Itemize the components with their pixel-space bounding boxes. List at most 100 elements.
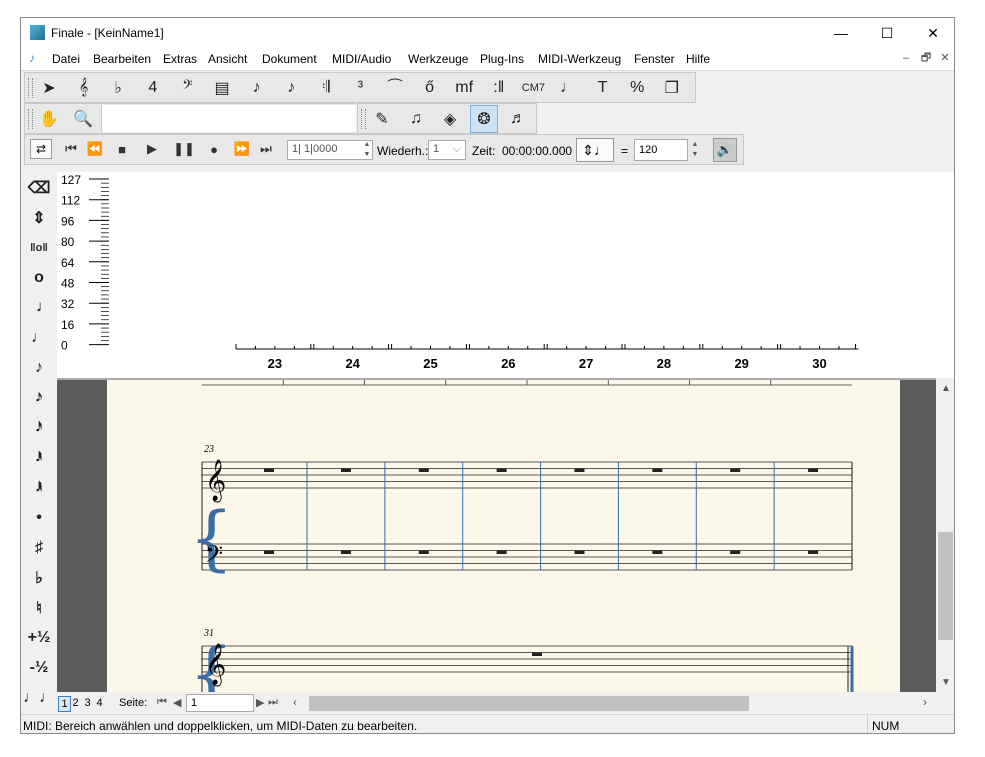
title-bar: Finale - [KeinName1] — ☐ ✕	[21, 18, 954, 48]
mirror-tool[interactable]: ♫	[402, 105, 430, 133]
sharp-icon[interactable]: ♯	[21, 534, 57, 562]
staff-tool[interactable]: 𝄞	[70, 74, 98, 102]
repeat-tool[interactable]: :‖	[485, 74, 513, 102]
resize-tool[interactable]: %	[623, 74, 651, 102]
flip-icon[interactable]: ⇕	[21, 204, 57, 232]
record-button[interactable]: ●	[203, 139, 225, 159]
scroll-right-icon[interactable]: ›	[923, 695, 927, 709]
first-page-icon[interactable]: ⏮	[157, 696, 167, 709]
tempo-input[interactable]: 120	[634, 139, 688, 161]
treble-clef-icon: 𝄞	[205, 459, 226, 502]
page-tab-2[interactable]: 2	[70, 696, 81, 710]
menu-hilfe[interactable]: Hilfe	[686, 52, 710, 66]
document-icon[interactable]: ♪	[29, 51, 43, 65]
menu-plug-ins[interactable]: Plug-Ins	[480, 52, 524, 66]
midi-edit-area[interactable]: 127 112 96 80 64 48 32 16 0 23 24 25 26 27 28 29 30	[57, 172, 954, 378]
maximize-button[interactable]: ☐	[864, 18, 910, 48]
mdi-restore-button[interactable]: 🗗	[918, 51, 934, 66]
time-signature-tool[interactable]: 4	[139, 74, 167, 102]
zoom-tool[interactable]: 🔍	[69, 105, 97, 133]
simple-entry-tool[interactable]: ♪	[243, 74, 271, 102]
menu-bearbeiten[interactable]: Bearbeiten	[93, 52, 151, 66]
page-number-input[interactable]: 1	[186, 694, 254, 712]
close-button[interactable]: ✕	[910, 18, 954, 48]
ossia-tool[interactable]: ♩	[554, 74, 582, 102]
counter-spinner[interactable]: ▲ ▼	[361, 140, 373, 160]
toolbar-grip[interactable]	[28, 78, 33, 98]
eighth-note-icon[interactable]: ♪	[21, 354, 57, 382]
status-message: MIDI: Bereich anwählen und doppelklicken…	[23, 719, 418, 733]
thirty-second-note-icon[interactable]: 𝅘𝅥𝅰	[21, 414, 57, 442]
menu-extras[interactable]: Extras	[163, 52, 197, 66]
tempo-spinner[interactable]: ▲ ▼	[689, 140, 701, 160]
text-tool[interactable]: T	[589, 74, 617, 102]
quarter-note-icon[interactable]: ♩	[21, 324, 57, 352]
stop-button[interactable]: ■	[111, 139, 133, 159]
tie-icon[interactable]: ♩♩	[21, 684, 57, 712]
go-to-start-button[interactable]: ⏮	[60, 139, 82, 159]
sixteenth-note-icon[interactable]: 𝅘𝅥𝅯	[21, 384, 57, 412]
page-tab-3[interactable]: 3	[82, 696, 93, 710]
mdi-minimize-button[interactable]: –	[898, 51, 914, 66]
toolbar-grip[interactable]	[361, 109, 366, 129]
articulation-tool[interactable]: 𝄇	[312, 74, 340, 102]
natural-icon[interactable]: ♮	[21, 594, 57, 622]
rewind-button[interactable]: ⏪	[84, 139, 106, 159]
score-view[interactable]: 23{𝄞 𝄢 31{𝄞	[57, 378, 936, 694]
toolbar-grip[interactable]	[28, 109, 33, 129]
pause-button[interactable]: ❚❚	[173, 139, 195, 159]
menu-werkzeuge[interactable]: Werkzeuge	[408, 52, 468, 66]
scroll-down-icon[interactable]: ▼	[941, 677, 951, 688]
playback-settings-button[interactable]: ⇄	[30, 139, 52, 159]
menu-fenster[interactable]: Fenster	[634, 52, 675, 66]
half-step-down-icon[interactable]: -½	[21, 654, 57, 682]
menu-ansicht[interactable]: Ansicht	[208, 52, 247, 66]
key-signature-tool[interactable]: ♭	[104, 74, 132, 102]
play-button[interactable]: ▶	[141, 139, 163, 159]
menu-dokument[interactable]: Dokument	[262, 52, 317, 66]
mdi-close-button[interactable]: ✕	[937, 51, 953, 66]
measure-tool[interactable]: ▤	[208, 74, 236, 102]
half-note-icon[interactable]: 𝅗𝅥	[21, 294, 57, 322]
chord-tool[interactable]: CM7	[519, 74, 547, 102]
speedy-entry-tool[interactable]: ♪	[277, 74, 305, 102]
expression-tool[interactable]: mf	[450, 74, 478, 102]
lyrics-tool[interactable]: ő	[416, 74, 444, 102]
hundred-twenty-eighth-note-icon[interactable]: 𝅘𝅥𝅲	[21, 474, 57, 502]
half-step-up-icon[interactable]: +½	[21, 624, 57, 652]
repeat-select[interactable]: 1 ⌵	[428, 140, 466, 160]
tuplet-tool[interactable]: ³	[346, 74, 374, 102]
midi-tool[interactable]: ❂	[470, 105, 498, 133]
page-layout-tool[interactable]: ❐	[658, 74, 686, 102]
human-playback-tool[interactable]: ♬	[504, 105, 532, 133]
scroll-left-icon[interactable]: ‹	[293, 695, 297, 709]
horizontal-scroll-thumb[interactable]	[309, 696, 749, 711]
vertical-scroll-thumb[interactable]	[938, 532, 953, 640]
eraser-icon[interactable]: ⌫	[21, 174, 57, 202]
smart-shape-tool[interactable]: ⁀	[381, 74, 409, 102]
vertical-scrollbar[interactable]: ▲ ▼	[936, 378, 954, 692]
tempo-unit-button[interactable]: ⇕♩	[576, 138, 614, 162]
graphics-tool[interactable]: ✎	[368, 105, 396, 133]
fast-forward-button[interactable]: ⏩	[231, 139, 253, 159]
dot-icon[interactable]: •	[21, 504, 57, 532]
sixty-fourth-note-icon[interactable]: 𝅘𝅥𝅱	[21, 444, 57, 472]
speaker-icon[interactable]: 🔊	[713, 138, 737, 162]
page-tab-4[interactable]: 4	[94, 696, 105, 710]
last-page-icon[interactable]: ⏭	[268, 696, 278, 709]
double-whole-note-icon[interactable]: ‖o‖	[21, 234, 57, 262]
scroll-up-icon[interactable]: ▲	[941, 383, 951, 394]
menu-midi-audio[interactable]: MIDI/Audio	[332, 52, 391, 66]
menu-midi-werkzeug[interactable]: MIDI-Werkzeug	[538, 52, 621, 66]
menu-datei[interactable]: Datei	[52, 52, 80, 66]
clef-tool[interactable]: 𝄢	[173, 74, 201, 102]
hand-grabber-tool[interactable]: ✋	[35, 105, 63, 133]
previous-page-icon[interactable]: ◀	[173, 696, 181, 709]
go-to-end-button[interactable]: ⏭	[255, 139, 277, 159]
minimize-button[interactable]: —	[818, 18, 864, 48]
special-tools[interactable]: ◈	[436, 105, 464, 133]
selection-tool[interactable]: ➤	[35, 74, 63, 102]
next-page-icon[interactable]: ▶	[256, 696, 264, 709]
flat-icon[interactable]: ♭	[21, 564, 57, 592]
whole-note-icon[interactable]: o	[21, 264, 57, 292]
